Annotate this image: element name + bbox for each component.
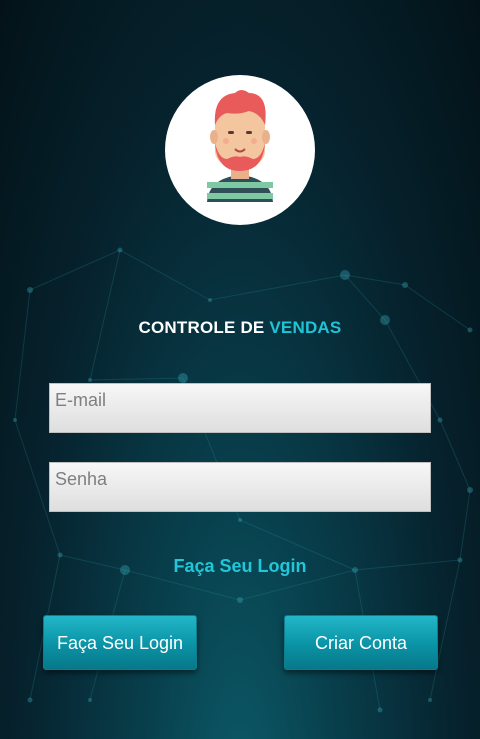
email-input[interactable] xyxy=(50,384,430,432)
user-avatar-icon xyxy=(207,90,273,202)
app-title-prefix: CONTROLE DE xyxy=(138,318,270,337)
login-button[interactable]: Faça Seu Login xyxy=(43,615,197,670)
email-field-container xyxy=(49,383,431,433)
password-field-container xyxy=(49,462,431,512)
app-title: CONTROLE DE VENDAS xyxy=(0,318,480,338)
password-input[interactable] xyxy=(50,463,430,511)
user-avatar xyxy=(165,75,315,225)
login-link[interactable]: Faça Seu Login xyxy=(0,556,480,577)
app-title-accent: VENDAS xyxy=(269,318,342,337)
create-account-button[interactable]: Criar Conta xyxy=(284,615,438,670)
